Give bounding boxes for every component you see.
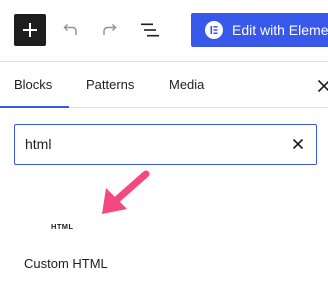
redo-icon — [103, 23, 117, 35]
close-icon — [292, 138, 304, 150]
close-inserter-button[interactable] — [312, 74, 328, 98]
tab-blocks[interactable]: Blocks — [0, 62, 69, 108]
edit-with-elementor-label: Edit with Elementor — [232, 22, 328, 38]
list-view-icon — [141, 23, 159, 37]
tab-media[interactable]: Media — [169, 62, 204, 107]
clear-search-button[interactable] — [287, 133, 309, 155]
close-icon — [317, 79, 328, 93]
annotation-arrow-icon — [102, 170, 150, 214]
redo-button[interactable] — [98, 18, 122, 42]
elementor-logo-icon — [205, 21, 223, 39]
tab-patterns[interactable]: Patterns — [86, 62, 134, 107]
html-block-icon: HTML — [51, 222, 74, 231]
block-search-box — [14, 124, 317, 165]
edit-with-elementor-button[interactable]: Edit with Elementor — [191, 13, 328, 47]
undo-icon — [63, 23, 77, 35]
search-input[interactable] — [25, 125, 275, 163]
block-inserter-screenshot: Edit with Elementor Blocks Patterns Medi… — [0, 0, 328, 301]
plus-icon — [23, 23, 37, 37]
inserter-tabs: Blocks Patterns Media — [0, 62, 328, 108]
editor-toolbar: Edit with Elementor — [0, 0, 328, 62]
block-label: Custom HTML — [24, 256, 108, 271]
add-block-button[interactable] — [14, 14, 46, 46]
undo-button[interactable] — [58, 18, 82, 42]
list-view-button[interactable] — [138, 18, 162, 42]
